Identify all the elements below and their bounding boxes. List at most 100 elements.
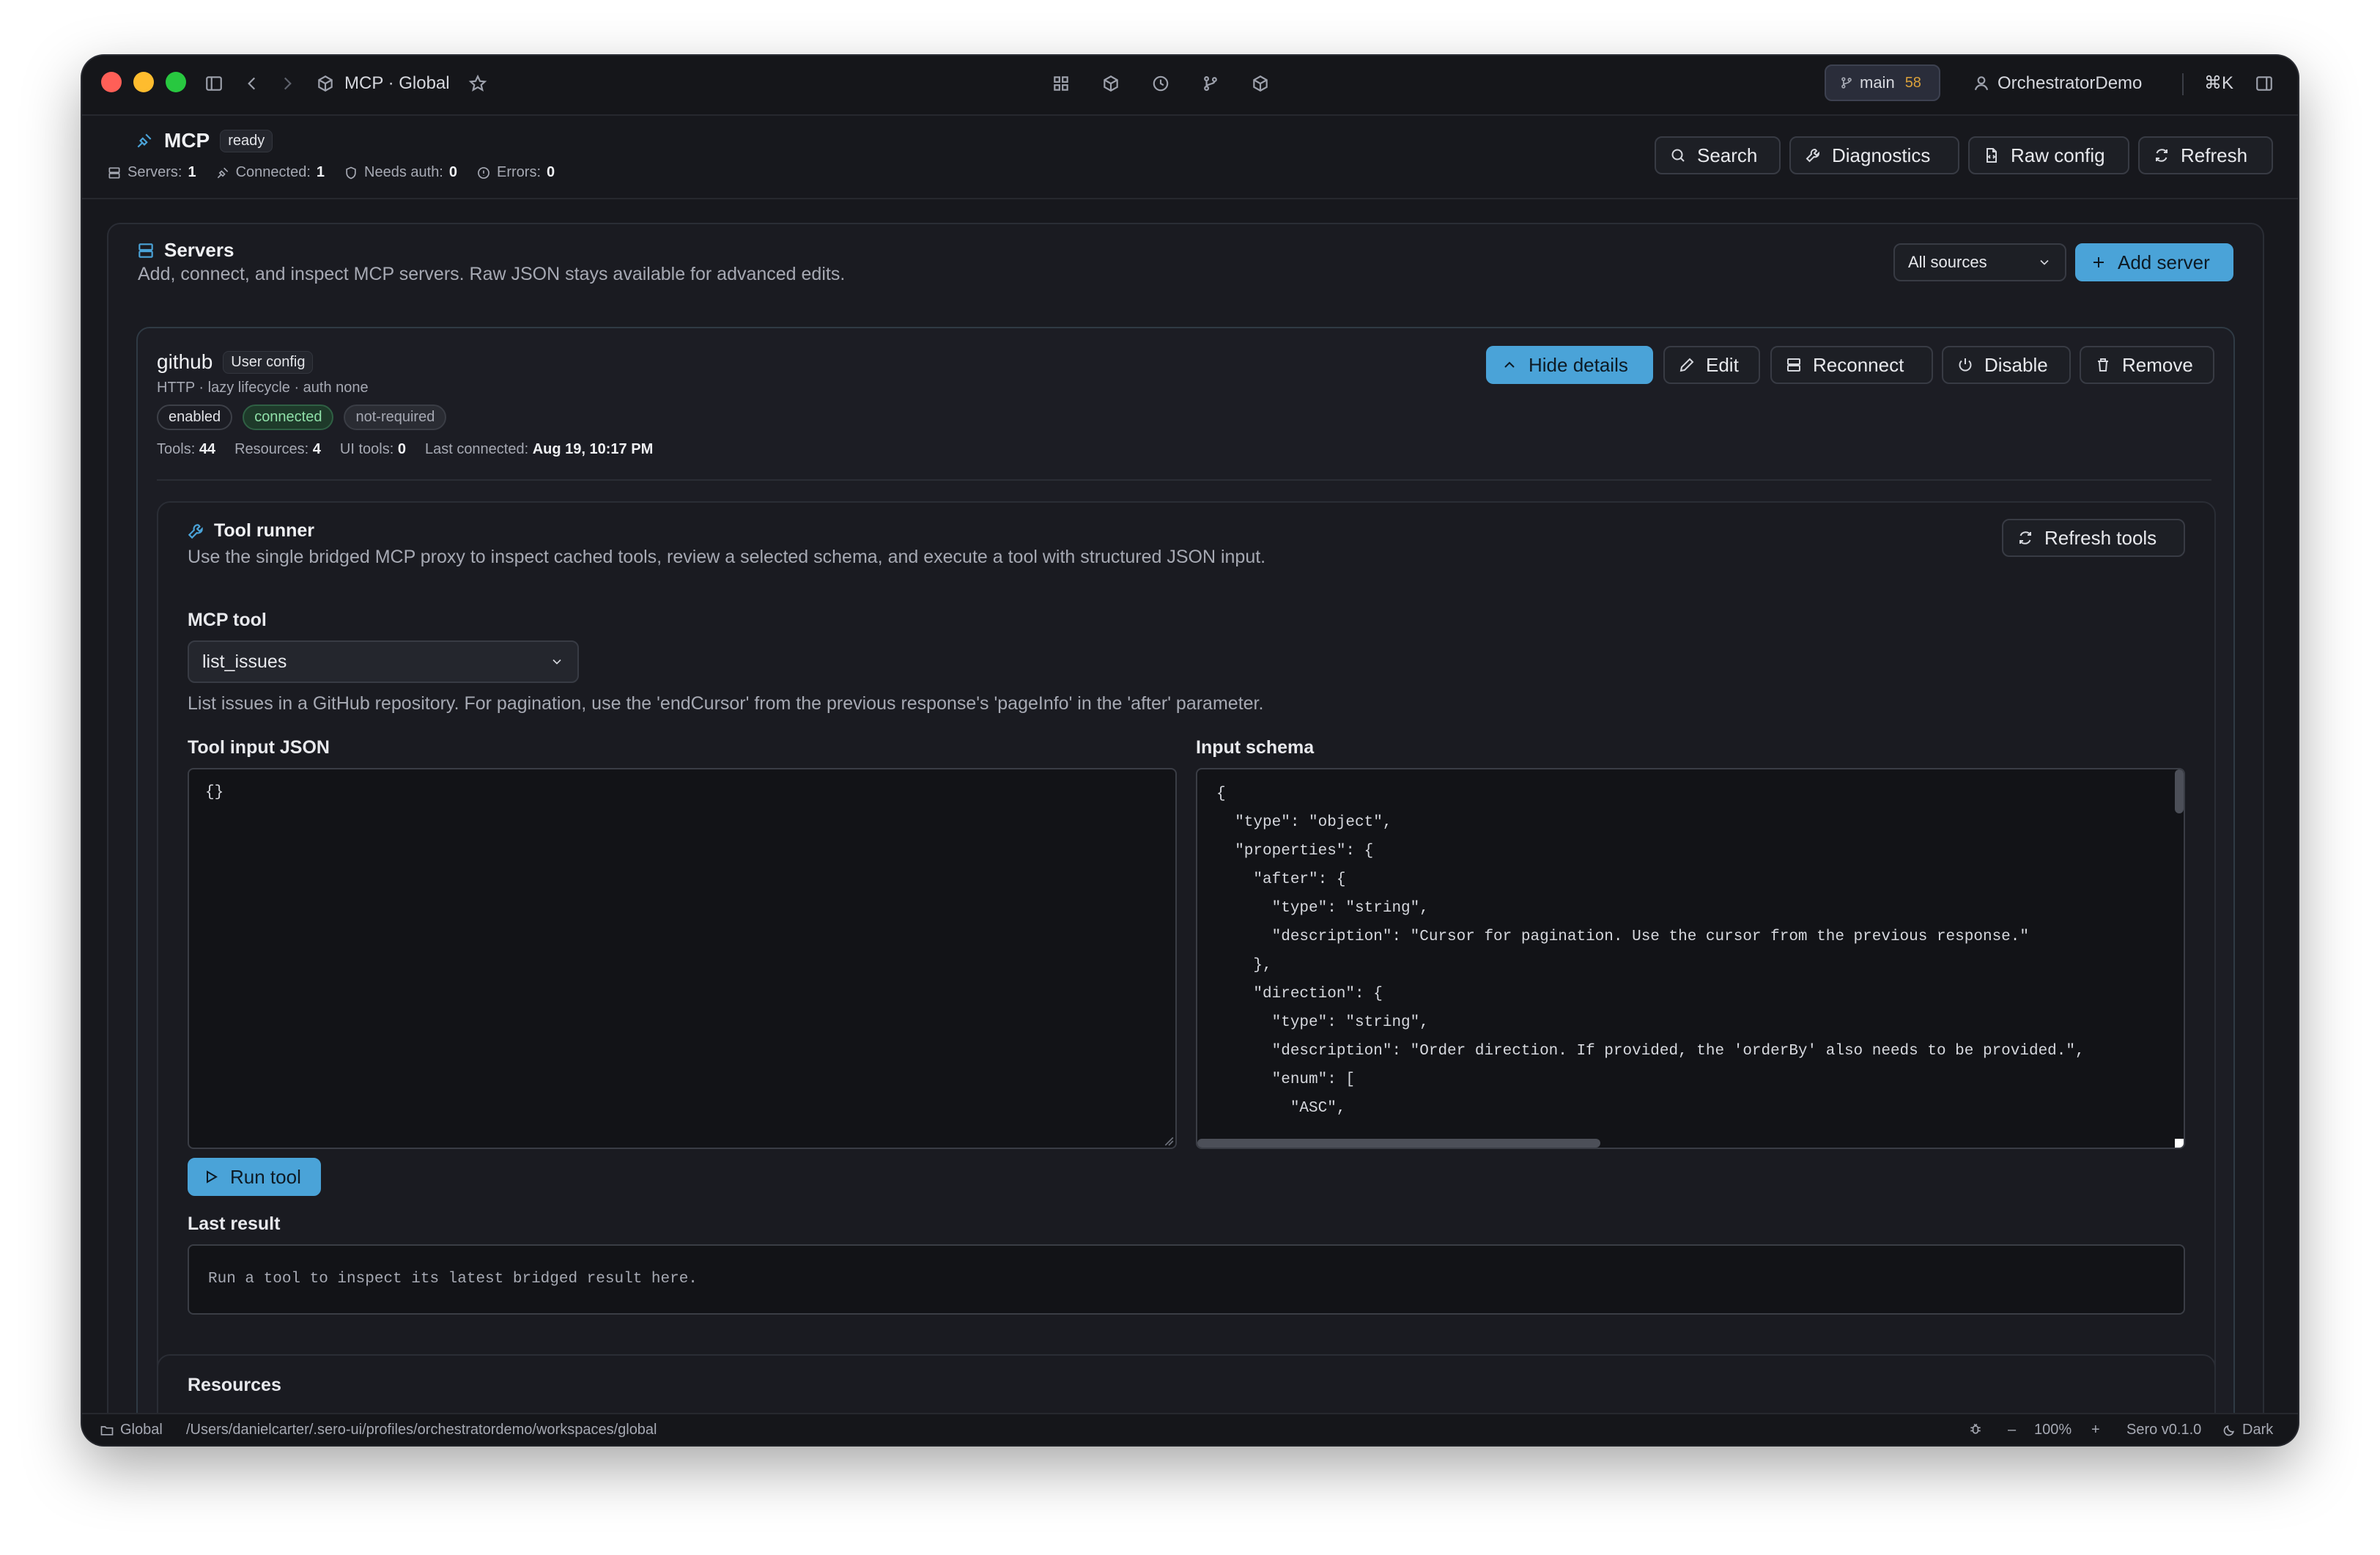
remove-label: Remove	[2122, 353, 2193, 376]
disable-label: Disable	[1984, 353, 2048, 376]
tag-connected: connected	[243, 405, 334, 430]
reconnect-button[interactable]: Reconnect	[1770, 346, 1933, 384]
refresh-tools-button[interactable]: Refresh tools	[2002, 519, 2185, 557]
schema-line: },	[1216, 957, 1272, 974]
input-schema-label: Input schema	[1196, 737, 1315, 758]
tool-input-label: Tool input JSON	[188, 737, 330, 758]
server-meta: HTTP · lazy lifecycle · auth none	[157, 380, 369, 396]
stat-value: 1	[316, 164, 325, 180]
last-result-placeholder: Run a tool to inspect its latest bridged…	[208, 1271, 698, 1288]
disable-button[interactable]: Disable	[1942, 346, 2071, 384]
horizontal-scrollbar[interactable]	[1197, 1139, 1600, 1148]
chevron-up-icon	[1504, 361, 1515, 368]
package-icon[interactable]	[1096, 69, 1126, 98]
schema-line: {	[1216, 786, 1226, 802]
shield-icon	[346, 166, 356, 179]
card-divider	[157, 479, 2211, 481]
titlebar-divider	[2182, 73, 2184, 95]
schema-code: { "type": "object", "properties": { "aft…	[1216, 780, 2085, 1123]
maximize-window-button[interactable]	[166, 72, 186, 92]
history-icon[interactable]	[1146, 69, 1175, 98]
refresh-tools-label: Refresh tools	[2044, 526, 2157, 549]
git-branch-icon[interactable]	[1196, 69, 1225, 98]
source-filter-value: All sources	[1908, 253, 1987, 271]
title-bar: MCP · Global main 58 OrchestratorDemo ⌘K	[82, 56, 2298, 116]
workspace-name: Global	[120, 1422, 163, 1438]
raw-config-button[interactable]: Raw config	[1968, 136, 2129, 174]
servers-heading: Servers	[136, 239, 234, 262]
server-name: github	[157, 350, 213, 373]
grid-icon[interactable]	[1046, 69, 1076, 98]
sidebar-toggle-icon[interactable]	[199, 69, 229, 98]
panel-toggle-icon[interactable]	[2250, 69, 2279, 98]
page-title-text: MCP	[164, 129, 210, 152]
tool-runner-heading: Tool runner	[186, 520, 314, 542]
tool-input-textarea[interactable]: {}	[188, 768, 1177, 1149]
vertical-scrollbar[interactable]	[2175, 769, 2184, 813]
resize-handle-icon[interactable]	[1164, 1136, 1174, 1146]
app-window: MCP · Global main 58 OrchestratorDemo ⌘K…	[82, 56, 2298, 1445]
input-schema-viewer[interactable]: { "type": "object", "properties": { "aft…	[1196, 768, 2185, 1149]
star-icon[interactable]	[463, 69, 492, 98]
search-button[interactable]: Search	[1655, 136, 1781, 174]
refresh-button-label: Refresh	[2181, 144, 2248, 166]
edit-button[interactable]: Edit	[1663, 346, 1760, 384]
server-icon	[1787, 358, 1800, 372]
stat-value: 0	[448, 164, 457, 180]
box-icon[interactable]	[1246, 69, 1275, 98]
minimize-window-button[interactable]	[133, 72, 154, 92]
schema-line: "type": "string",	[1216, 1014, 1429, 1031]
server-counts: Tools: 44 Resources: 4 UI tools: 0 Last …	[157, 441, 653, 458]
count-label: Tools:	[157, 441, 196, 457]
stat-label: Needs auth:	[364, 164, 443, 180]
chevron-down-icon	[2040, 259, 2049, 265]
theme-label: Dark	[2242, 1422, 2274, 1438]
cube-icon	[311, 69, 340, 98]
app-version: Sero v0.1.0	[2126, 1422, 2202, 1438]
run-tool-label: Run tool	[230, 1165, 301, 1188]
bug-icon[interactable]	[1968, 1422, 1983, 1436]
count-value: 4	[312, 441, 321, 457]
tag-auth: not-required	[344, 405, 447, 430]
theme-toggle[interactable]: Dark	[2222, 1422, 2273, 1438]
source-filter-select[interactable]: All sources	[1893, 243, 2066, 281]
workspace-path: /Users/danielcarter/.sero-ui/profiles/or…	[186, 1422, 657, 1438]
mcp-tool-select[interactable]: list_issues	[188, 640, 579, 683]
add-server-button[interactable]: Add server	[2075, 243, 2233, 281]
play-icon	[207, 1170, 218, 1183]
refresh-button[interactable]: Refresh	[2138, 136, 2273, 174]
search-icon	[1671, 149, 1685, 162]
zoom-out-button[interactable]: –	[2008, 1422, 2016, 1438]
user-name[interactable]: OrchestratorDemo	[1998, 70, 2142, 97]
server-tags: enabled connected not-required	[157, 405, 447, 430]
reconnect-label: Reconnect	[1813, 353, 1904, 376]
hide-details-button[interactable]: Hide details	[1486, 346, 1653, 384]
stat-label: Errors:	[497, 164, 541, 180]
zoom-in-button[interactable]: +	[2091, 1422, 2100, 1438]
raw-config-button-label: Raw config	[2011, 144, 2105, 166]
server-source-badge: User config	[223, 350, 314, 374]
pencil-icon	[1679, 358, 1694, 372]
plug-icon	[137, 133, 152, 148]
servers-description: Add, connect, and inspect MCP servers. R…	[138, 264, 846, 284]
schema-line: "enum": [	[1216, 1071, 1356, 1088]
back-arrow-icon[interactable]	[237, 69, 267, 98]
run-tool-button[interactable]: Run tool	[188, 1158, 321, 1196]
alert-circle-icon	[478, 166, 489, 179]
resources-title: Resources	[188, 1375, 281, 1395]
branch-badge[interactable]: main 58	[1825, 64, 1940, 101]
forward-arrow-icon[interactable]	[273, 69, 302, 98]
git-branch-icon	[1841, 77, 1852, 89]
stat-servers: Servers: 1	[107, 164, 196, 181]
tool-runner-description: Use the single bridged MCP proxy to insp…	[188, 547, 1266, 567]
tool-input-value: {}	[205, 784, 224, 801]
schema-line: "type": "string",	[1216, 900, 1429, 917]
last-result-output: Run a tool to inspect its latest bridged…	[188, 1244, 2185, 1315]
close-window-button[interactable]	[101, 72, 122, 92]
remove-button[interactable]: Remove	[2080, 346, 2214, 384]
wrench-icon	[188, 523, 203, 539]
workspace-indicator[interactable]: Global	[100, 1422, 163, 1438]
schema-line: "ASC",	[1216, 1100, 1346, 1117]
diagnostics-button[interactable]: Diagnostics	[1789, 136, 1959, 174]
command-shortcut[interactable]: ⌘K	[2204, 70, 2233, 97]
